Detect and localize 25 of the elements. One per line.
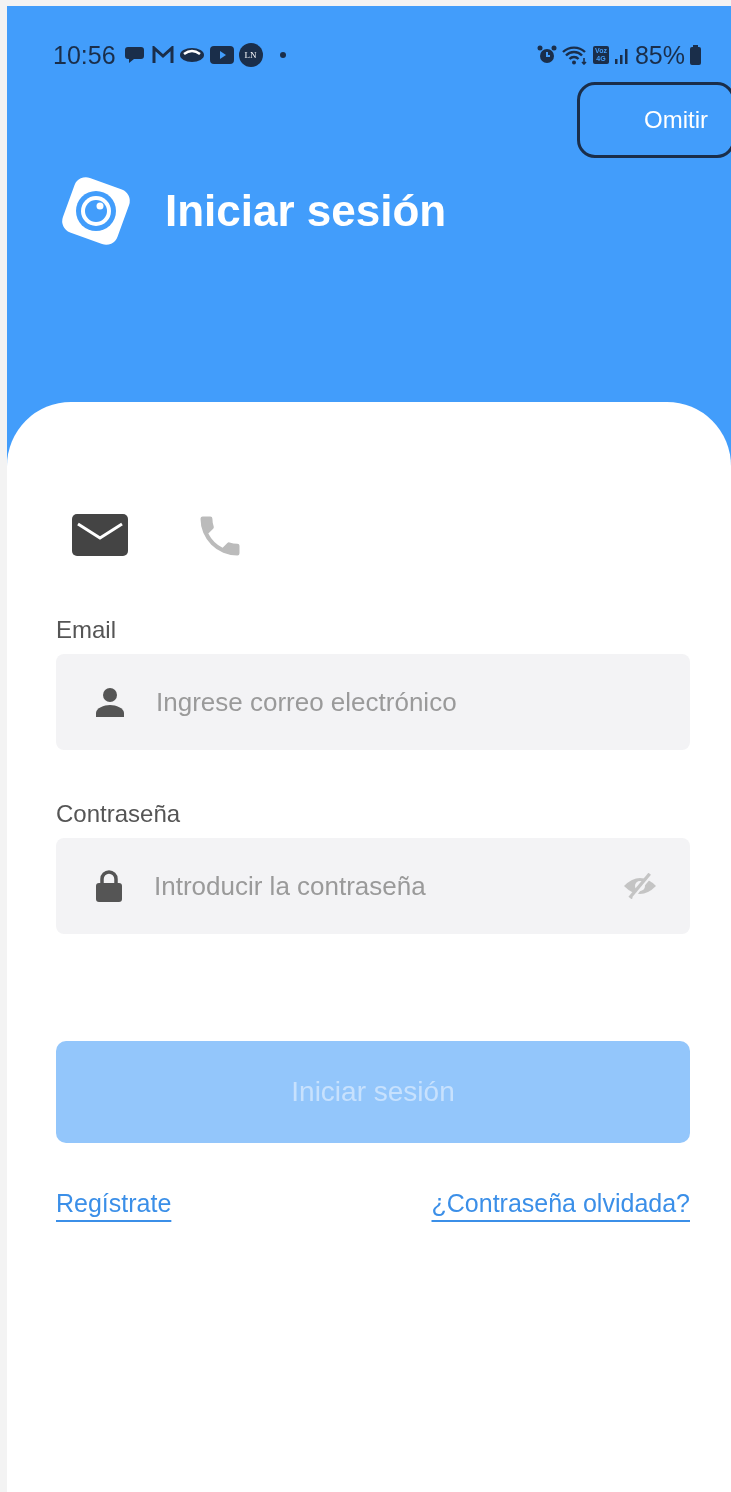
field-label: Email xyxy=(56,616,117,644)
password-input[interactable]: Introducir la contraseña xyxy=(152,869,592,903)
lock-icon xyxy=(96,870,122,902)
status-time: 10:56 xyxy=(53,40,116,70)
person-icon xyxy=(96,687,124,717)
hidden-eye-icon[interactable] xyxy=(622,873,658,899)
skip-button[interactable]: Omitir xyxy=(577,82,731,158)
battery-percent: 85% xyxy=(634,40,685,70)
more-notifications-icon xyxy=(279,52,286,58)
text-link[interactable]: Regístrate xyxy=(56,1189,172,1218)
notification-badge: LN xyxy=(238,43,263,67)
play-icon xyxy=(209,46,234,64)
wifi-icon xyxy=(562,45,588,65)
alarm-icon xyxy=(537,45,557,65)
text-link[interactable]: ¿Contraseña olvidada? xyxy=(431,1189,690,1218)
page-title: Iniciar sesión xyxy=(165,186,447,236)
email-field[interactable]: Ingrese correo electrónico xyxy=(56,654,690,750)
email-input[interactable]: Ingrese correo electrónico xyxy=(154,685,658,719)
email-login-tab[interactable] xyxy=(72,514,128,558)
password-field[interactable]: Introducir la contraseña xyxy=(56,838,690,934)
battery-icon xyxy=(690,45,701,65)
field-label: Contraseña xyxy=(56,800,182,828)
signal-icon xyxy=(613,46,630,64)
chat-icon xyxy=(124,45,147,65)
mail-icon xyxy=(151,46,174,64)
